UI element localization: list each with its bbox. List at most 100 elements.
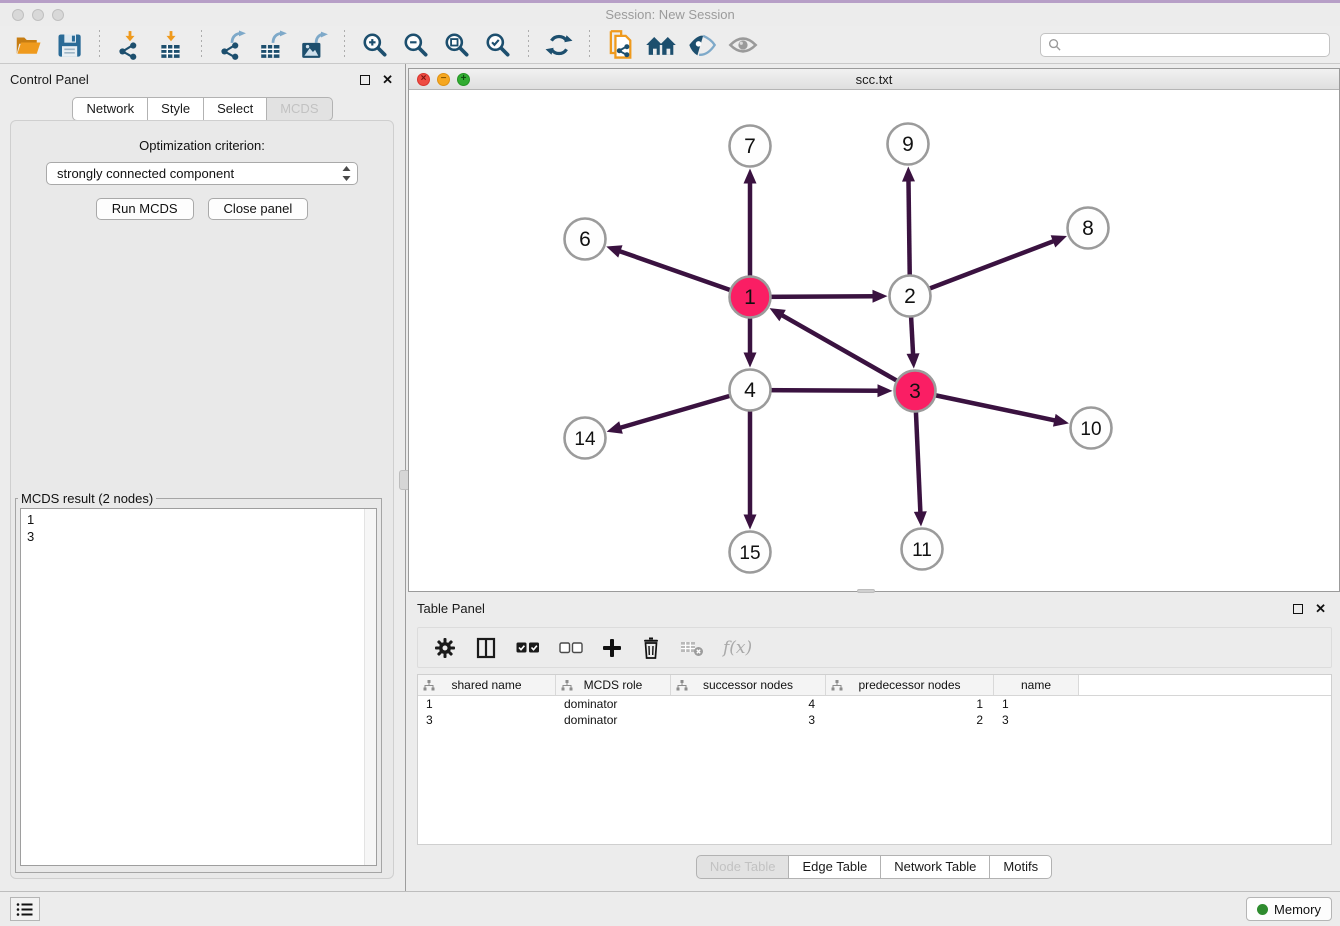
zoom-selected-icon[interactable] bbox=[482, 29, 514, 61]
home-icon[interactable] bbox=[645, 29, 677, 61]
tab-network-table[interactable]: Network Table bbox=[881, 855, 990, 879]
table-settings-gear-icon[interactable] bbox=[434, 637, 456, 659]
control-panel-title: Control Panel bbox=[10, 72, 89, 87]
graph-edge-arrowhead bbox=[1053, 414, 1069, 427]
toolbar-separator bbox=[589, 30, 590, 60]
table-cell[interactable]: dominator bbox=[556, 696, 671, 712]
select-all-icon[interactable] bbox=[516, 641, 540, 654]
table-cell[interactable]: 2 bbox=[826, 712, 994, 728]
export-table-icon[interactable] bbox=[257, 29, 289, 61]
tab-node-table[interactable]: Node Table bbox=[696, 855, 790, 879]
clone-network-icon[interactable] bbox=[604, 29, 636, 61]
graph-node-label-9: 9 bbox=[902, 133, 914, 156]
table-cell[interactable]: dominator bbox=[556, 712, 671, 728]
column-type-icon bbox=[561, 680, 573, 691]
memory-button[interactable]: Memory bbox=[1246, 897, 1332, 921]
tab-motifs[interactable]: Motifs bbox=[990, 855, 1052, 879]
zoom-in-icon[interactable] bbox=[359, 29, 391, 61]
mcds-result-area[interactable]: 1 3 bbox=[20, 508, 377, 866]
memory-label: Memory bbox=[1274, 902, 1321, 917]
tab-network[interactable]: Network bbox=[72, 97, 148, 121]
close-panel-icon[interactable]: ✕ bbox=[382, 75, 393, 85]
mcds-result-group: MCDS result (2 nodes) 1 3 bbox=[15, 491, 382, 873]
graph-node-label-2: 2 bbox=[904, 285, 916, 308]
graph-edge-arrowhead bbox=[1051, 235, 1067, 247]
column-header-successor-nodes[interactable]: successor nodes bbox=[671, 675, 826, 695]
column-type-icon bbox=[676, 680, 688, 691]
search-box bbox=[1040, 33, 1330, 57]
open-session-icon[interactable] bbox=[12, 29, 44, 61]
control-panel-tabs: NetworkStyleSelectMCDS bbox=[0, 97, 405, 121]
toolbar-separator bbox=[344, 30, 345, 60]
dropdown-value: strongly connected component bbox=[57, 166, 342, 181]
graph-node-label-14: 14 bbox=[574, 429, 596, 450]
network-canvas[interactable]: 7968124314101511 bbox=[409, 90, 1339, 591]
table-panel: Table Panel ✕ f(x) shared nameMCDS roles… bbox=[408, 595, 1340, 891]
export-network-icon[interactable] bbox=[216, 29, 248, 61]
result-scrollbar[interactable] bbox=[364, 509, 376, 865]
list-icon bbox=[16, 902, 34, 917]
mcds-panel: Optimization criterion: strongly connect… bbox=[10, 120, 394, 879]
zoom-fit-icon[interactable] bbox=[441, 29, 473, 61]
column-header-MCDS-role[interactable]: MCDS role bbox=[556, 675, 671, 695]
network-resize-grip[interactable] bbox=[857, 589, 875, 593]
table-panel-tabs: Node TableEdge TableNetwork TableMotifs bbox=[408, 855, 1340, 879]
export-image-icon[interactable] bbox=[298, 29, 330, 61]
graph-node-label-15: 15 bbox=[739, 543, 760, 564]
toolbar-separator bbox=[528, 30, 529, 60]
table-row[interactable]: 3dominator323 bbox=[418, 712, 1331, 728]
deselect-all-icon[interactable] bbox=[559, 641, 583, 654]
graph-node-label-10: 10 bbox=[1080, 419, 1101, 440]
zoom-out-icon[interactable] bbox=[400, 29, 432, 61]
import-table-icon[interactable] bbox=[155, 29, 187, 61]
close-table-panel-icon[interactable]: ✕ bbox=[1315, 604, 1326, 614]
tab-style[interactable]: Style bbox=[148, 97, 204, 121]
node-table[interactable]: shared nameMCDS rolesuccessor nodesprede… bbox=[417, 674, 1332, 845]
optimization-criterion-label: Optimization criterion: bbox=[11, 138, 393, 153]
mcds-result-text: 1 3 bbox=[27, 511, 34, 545]
table-cell[interactable]: 3 bbox=[418, 712, 556, 728]
run-mcds-button[interactable]: Run MCDS bbox=[96, 198, 194, 220]
graphics-details-toggle-icon[interactable] bbox=[686, 29, 718, 61]
table-cell[interactable]: 1 bbox=[418, 696, 556, 712]
tab-mcds[interactable]: MCDS bbox=[267, 97, 332, 121]
save-session-icon[interactable] bbox=[53, 29, 85, 61]
tab-select[interactable]: Select bbox=[204, 97, 267, 121]
graph-edge-2-8[interactable] bbox=[910, 240, 1056, 296]
close-panel-button[interactable]: Close panel bbox=[208, 198, 309, 220]
table-cell[interactable]: 3 bbox=[994, 712, 1079, 728]
column-header-predecessor-nodes[interactable]: predecessor nodes bbox=[826, 675, 994, 695]
graph-edge-arrowhead bbox=[744, 169, 757, 184]
network-view-titlebar[interactable]: × − + scc.txt bbox=[409, 69, 1339, 90]
float-table-panel-icon[interactable] bbox=[1293, 604, 1303, 614]
graph-edge-arrowhead bbox=[914, 511, 927, 526]
graph-edge-arrowhead bbox=[872, 290, 887, 303]
show-columns-icon[interactable] bbox=[475, 637, 497, 659]
function-builder-icon: f(x) bbox=[723, 638, 752, 658]
table-cell[interactable]: 1 bbox=[826, 696, 994, 712]
table-cell[interactable]: 3 bbox=[671, 712, 826, 728]
main-toolbar bbox=[0, 26, 1340, 64]
window-title: Session: New Session bbox=[0, 7, 1340, 22]
tab-edge-table[interactable]: Edge Table bbox=[789, 855, 881, 879]
float-panel-icon[interactable] bbox=[360, 75, 370, 85]
graph-node-label-7: 7 bbox=[744, 135, 756, 158]
table-cell[interactable]: 1 bbox=[994, 696, 1079, 712]
refresh-icon[interactable] bbox=[543, 29, 575, 61]
graph-edge-arrowhead bbox=[877, 384, 892, 397]
delete-column-icon[interactable] bbox=[641, 637, 661, 659]
import-network-icon[interactable] bbox=[114, 29, 146, 61]
table-row[interactable]: 1dominator411 bbox=[418, 696, 1331, 712]
optimization-criterion-select[interactable]: strongly connected component bbox=[46, 162, 358, 185]
task-history-button[interactable] bbox=[10, 897, 40, 921]
create-column-icon[interactable] bbox=[602, 638, 622, 658]
column-header-name[interactable]: name bbox=[994, 675, 1079, 695]
search-input[interactable] bbox=[1065, 36, 1329, 54]
graph-edge-3-1[interactable] bbox=[780, 314, 915, 391]
graph-edge-arrowhead bbox=[744, 353, 757, 368]
search-icon bbox=[1048, 38, 1061, 51]
graph-edge-3-10[interactable] bbox=[915, 391, 1057, 421]
column-header-shared-name[interactable]: shared name bbox=[418, 675, 556, 695]
birds-eye-view-icon[interactable] bbox=[727, 29, 759, 61]
table-cell[interactable]: 4 bbox=[671, 696, 826, 712]
